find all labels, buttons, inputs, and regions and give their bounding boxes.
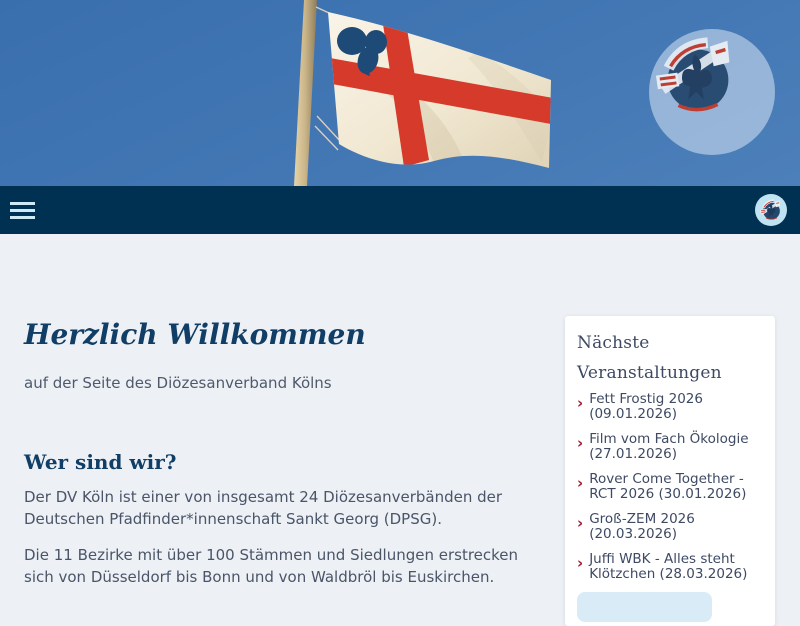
- chevron-right-icon: ›: [577, 516, 583, 542]
- chevron-right-icon: ›: [577, 556, 583, 582]
- chevron-right-icon: ›: [577, 476, 583, 502]
- section-paragraph: Die 11 Bezirke mit über 100 Stämmen und …: [24, 544, 548, 588]
- home-logo-link[interactable]: [755, 194, 787, 226]
- event-label: Fett Frostig 2026 (09.01.2026): [589, 392, 763, 422]
- dpsg-logo-icon: [649, 29, 747, 127]
- all-events-button[interactable]: [577, 592, 712, 622]
- event-link[interactable]: › Rover Come Together - RCT 2026 (30.01.…: [577, 472, 763, 502]
- flag-pole: [294, 0, 317, 186]
- event-link[interactable]: › Groß-ZEM 2026 (20.03.2026): [577, 512, 763, 542]
- events-card: Nächste Veranstaltungen › Fett Frostig 2…: [565, 316, 775, 626]
- hamburger-icon: [10, 216, 35, 219]
- event-link[interactable]: › Film vom Fach Ökologie (27.01.2026): [577, 432, 763, 462]
- menu-button[interactable]: [10, 202, 35, 219]
- hamburger-icon: [10, 202, 35, 205]
- dpsg-logo-badge: [649, 29, 775, 155]
- hamburger-icon: [10, 209, 35, 212]
- section-paragraph: Der DV Köln ist einer von insgesamt 24 D…: [24, 486, 548, 530]
- event-label: Film vom Fach Ökologie (27.01.2026): [589, 432, 763, 462]
- chevron-right-icon: ›: [577, 436, 583, 462]
- event-label: Rover Come Together - RCT 2026 (30.01.20…: [589, 472, 763, 502]
- event-link[interactable]: › Juffi WBK - Alles steht Klötzchen (28.…: [577, 552, 763, 582]
- events-heading: Nächste Veranstaltungen: [577, 328, 763, 388]
- event-label: Juffi WBK - Alles steht Klötzchen (28.03…: [589, 552, 763, 582]
- chevron-right-icon: ›: [577, 396, 583, 422]
- event-link[interactable]: › Fett Frostig 2026 (09.01.2026): [577, 392, 763, 422]
- hero-image: [0, 0, 800, 186]
- main-content: Herzlich Willkommen auf der Seite des Di…: [24, 318, 548, 588]
- page-subtitle: auf der Seite des Diözesanverband Kölns: [24, 374, 548, 392]
- dpsg-logo-icon: [758, 197, 785, 224]
- event-label: Groß-ZEM 2026 (20.03.2026): [589, 512, 763, 542]
- navbar: [0, 186, 800, 234]
- section-heading: Wer sind wir?: [24, 450, 548, 474]
- events-list: › Fett Frostig 2026 (09.01.2026) › Film …: [577, 392, 763, 582]
- page-title: Herzlich Willkommen: [24, 318, 548, 352]
